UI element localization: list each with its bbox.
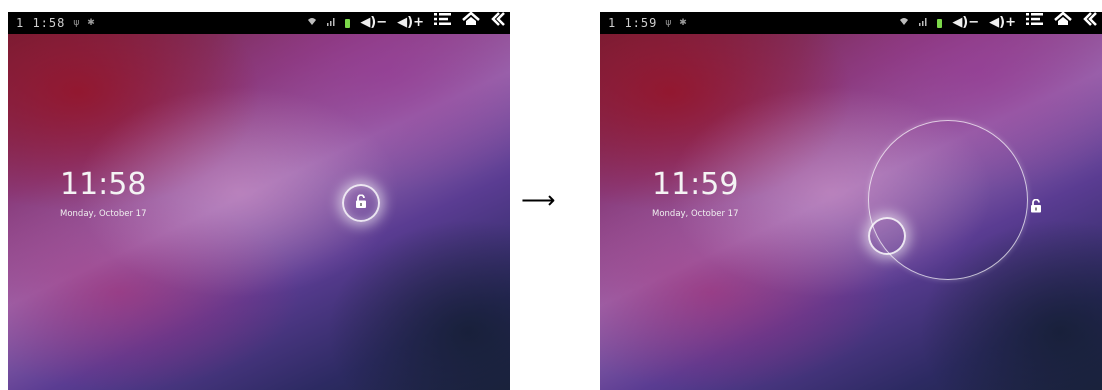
unlock-icon <box>355 194 367 213</box>
back-icon[interactable] <box>1082 12 1098 34</box>
lockscreen-date: Monday, October 17 <box>60 209 147 219</box>
menu-icon[interactable] <box>434 12 452 34</box>
back-icon[interactable] <box>490 12 506 34</box>
home-icon[interactable] <box>1054 12 1072 34</box>
status-time: 1 1:59 <box>608 16 658 30</box>
transition-arrow: ⟶ <box>521 186 556 214</box>
usb-icon: ψ <box>665 18 672 28</box>
status-bar: 1 1:59 ψ ✱ ◀)− ◀)+ <box>600 12 1102 34</box>
battery-icon <box>937 18 943 28</box>
unlock-target-ring <box>868 120 1028 280</box>
volume-down-button[interactable]: ◀)− <box>360 12 387 34</box>
menu-icon[interactable] <box>1026 12 1044 34</box>
lockscreen-before: 1 1:58 ψ ✱ ◀)− ◀)+ 11:58 Monday, October… <box>8 12 510 390</box>
status-bar: 1 1:58 ψ ✱ ◀)− ◀)+ <box>8 12 510 34</box>
volume-down-button[interactable]: ◀)− <box>952 12 979 34</box>
wifi-icon <box>899 17 909 29</box>
debug-icon: ✱ <box>679 18 687 28</box>
volume-up-button[interactable]: ◀)+ <box>397 12 424 34</box>
wifi-icon <box>307 17 317 29</box>
unlock-handle[interactable] <box>342 184 380 222</box>
lockscreen-clock: 11:59 <box>652 167 739 202</box>
lockscreen-clock: 11:58 <box>60 167 147 202</box>
lockscreen-date: Monday, October 17 <box>652 209 739 219</box>
home-icon[interactable] <box>462 12 480 34</box>
status-time: 1 1:58 <box>16 16 66 30</box>
usb-icon: ψ <box>73 18 80 28</box>
debug-icon: ✱ <box>87 18 95 28</box>
lockscreen-after: 1 1:59 ψ ✱ ◀)− ◀)+ 11:59 Monday, October… <box>600 12 1102 390</box>
unlock-icon[interactable] <box>1030 198 1042 217</box>
volume-up-button[interactable]: ◀)+ <box>989 12 1016 34</box>
signal-icon <box>919 17 927 29</box>
battery-icon <box>345 18 351 28</box>
unlock-handle[interactable] <box>868 217 906 255</box>
signal-icon <box>327 17 335 29</box>
